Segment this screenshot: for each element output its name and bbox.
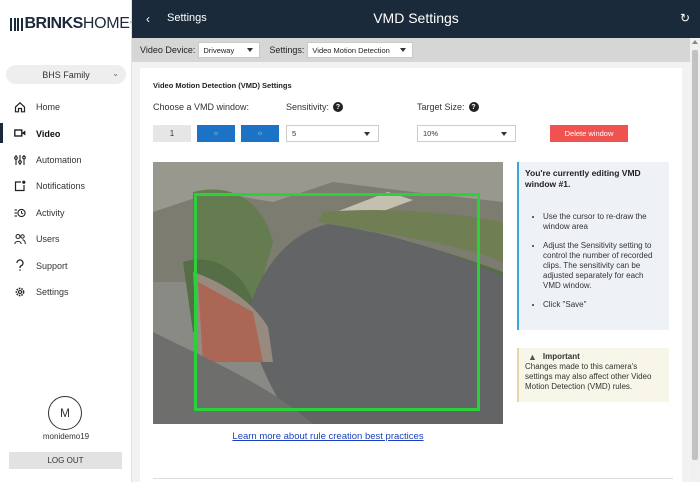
account-select[interactable]: BHS Family ⌄ (6, 65, 126, 84)
vmd-window-3-button[interactable]: ☼ (241, 125, 279, 142)
target-size-text: Target Size: (417, 102, 465, 112)
sidebar-item-automation[interactable]: Automation (0, 147, 132, 173)
caret-down-icon (364, 132, 370, 136)
main-content: Video Motion Detection (VMD) Settings Ch… (132, 62, 690, 482)
sidebar-nav: Home Video Automation Notifications Acti… (0, 94, 132, 305)
gear-icon (15, 287, 25, 297)
vmd-detection-window[interactable] (194, 193, 480, 411)
sidebar-item-label: Video (36, 128, 61, 139)
important-title: Important (542, 352, 580, 361)
list-item: Click "Save" (543, 300, 663, 310)
avatar[interactable]: M (48, 396, 82, 430)
choose-window-label: Choose a VMD window: (153, 102, 249, 112)
username: monidemo19 (42, 432, 90, 441)
brinks-home-logo[interactable]: BRINKS HOME ™ (10, 14, 135, 34)
section-title: Video Motion Detection (VMD) Settings (153, 81, 292, 90)
notification-icon (14, 180, 26, 192)
sidebar-item-label: Automation (36, 154, 82, 165)
camera-preview[interactable] (153, 162, 503, 424)
editing-info-panel: You're currently editing VMD window #1. … (517, 162, 669, 330)
video-device-select[interactable]: Driveway (198, 42, 261, 58)
learn-more-link[interactable]: Learn more about rule creation best prac… (140, 431, 516, 442)
important-text: Changes made to this camera's settings m… (525, 362, 652, 391)
important-heading: ▲ Important (525, 352, 663, 362)
chevron-down-icon: ⌄ (112, 69, 119, 78)
instructions-list: Use the cursor to re-draw the window are… (525, 212, 663, 310)
vmd-window-1-button[interactable]: 1 (153, 125, 191, 142)
editing-heading: You're currently editing VMD window #1. (525, 168, 641, 189)
video-camera-icon (14, 129, 26, 138)
sidebar-item-label: Notifications (36, 181, 86, 192)
scroll-up-icon[interactable] (692, 40, 698, 44)
logo-bars-icon (10, 17, 23, 31)
sidebar-item-users[interactable]: Users (0, 226, 132, 252)
list-item: Adjust the Sensitivity setting to contro… (543, 241, 663, 291)
sidebar-item-label: Support (36, 260, 68, 271)
sidebar-item-label: Users (36, 234, 60, 245)
important-notice: ▲ Important Changes made to this camera'… (517, 348, 669, 402)
target-size-label: Target Size: ? (417, 102, 479, 112)
caret-down-icon (400, 48, 407, 52)
sidebar-item-activity[interactable]: Activity (0, 200, 132, 226)
vmd-settings-card: Video Motion Detection (VMD) Settings Ch… (140, 68, 682, 482)
home-icon (14, 101, 26, 113)
sensitivity-select[interactable]: 5 (286, 125, 379, 142)
device-toolbar: Video Device: Driveway Settings: Video M… (132, 38, 690, 62)
sidebar-item-home[interactable]: Home (0, 94, 132, 120)
settings-label: Settings: (269, 45, 305, 55)
sidebar-item-label: Home (36, 102, 61, 113)
sensitivity-value: 5 (292, 129, 297, 138)
video-device-label: Video Device: (140, 45, 196, 55)
top-header: ‹ Settings VMD Settings ↻ (132, 0, 700, 38)
delete-window-button[interactable]: Delete window (550, 125, 628, 142)
refresh-icon[interactable]: ↻ (680, 11, 690, 25)
sensitivity-text: Sensitivity: (286, 102, 330, 112)
sidebar-item-support[interactable]: Support (0, 252, 132, 278)
page-title: VMD Settings (373, 10, 459, 26)
settings-value: Video Motion Detection (312, 45, 390, 55)
caret-down-icon (247, 48, 254, 52)
video-device-value: Driveway (203, 45, 235, 55)
logout-button[interactable]: LOG OUT (9, 452, 122, 469)
sensitivity-label: Sensitivity: ? (286, 102, 344, 112)
support-hook-icon (16, 259, 24, 272)
activity-list-icon (14, 208, 26, 217)
settings-select[interactable]: Video Motion Detection (307, 42, 414, 58)
caret-down-icon (501, 132, 507, 136)
target-size-value: 10% (423, 129, 439, 138)
logo-brand: BRINKS (24, 15, 84, 32)
sidebar: BRINKS HOME ™ BHS Family ⌄ Home Video Au… (0, 0, 135, 482)
sidebar-item-label: Settings (36, 286, 69, 297)
scrollbar-thumb[interactable] (692, 50, 698, 460)
sidebar-item-label: Activity (36, 207, 65, 218)
list-item: Use the cursor to re-draw the window are… (543, 212, 663, 232)
divider (153, 478, 673, 479)
target-size-select[interactable]: 10% (417, 125, 516, 142)
users-icon (14, 233, 26, 245)
account-select-value: BHS Family (42, 69, 90, 80)
sidebar-item-settings[interactable]: Settings (0, 279, 132, 305)
help-icon[interactable]: ? (468, 102, 479, 112)
choose-window-text: Choose a VMD window: (153, 102, 250, 112)
vmd-window-2-button[interactable]: ☼ (197, 125, 235, 142)
help-icon[interactable]: ? (333, 102, 344, 112)
page-scrollbar[interactable] (690, 38, 700, 482)
sliders-icon (14, 154, 26, 165)
logo-suffix: HOME (82, 15, 130, 32)
sidebar-item-notifications[interactable]: Notifications (0, 173, 132, 199)
warning-icon: ▲ (528, 352, 537, 362)
sidebar-item-video[interactable]: Video (0, 120, 132, 146)
